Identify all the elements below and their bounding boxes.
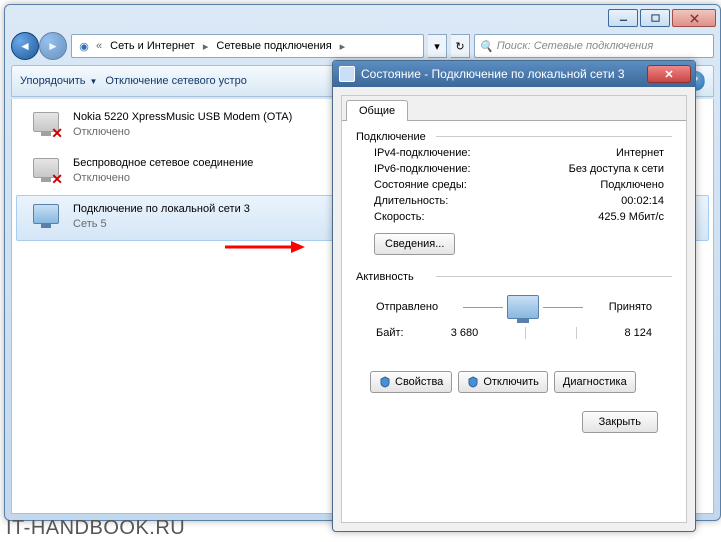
tab-strip: Общие [342, 96, 686, 120]
ipv6-label: IPv6-подключение: [374, 163, 471, 175]
forward-button[interactable]: ► [39, 32, 67, 60]
disable-label: Отключить [483, 376, 539, 388]
connection-name: Подключение по локальной сети 3 [73, 202, 250, 217]
connection-name: Беспроводное сетевое соединение [73, 156, 253, 171]
search-input[interactable]: 🔍 Поиск: Сетевые подключения [474, 34, 714, 58]
connection-name: Nokia 5220 XpressMusic USB Modem (OTA) [73, 110, 292, 125]
dialog-close-button[interactable]: ✕ [647, 65, 691, 83]
maximize-button[interactable] [640, 9, 670, 27]
status-dialog: Состояние - Подключение по локальной сет… [332, 60, 696, 532]
search-icon: 🔍 [479, 40, 493, 53]
media-label: Состояние среды: [374, 179, 467, 191]
close-button[interactable] [672, 9, 716, 27]
address-dropdown[interactable]: ▾ [428, 34, 447, 58]
details-button[interactable]: Сведения... [374, 233, 455, 255]
network-adapter-icon: ✕ [25, 110, 65, 142]
ipv4-value: Интернет [616, 147, 664, 159]
breadcrumb-seg1[interactable]: Сеть и Интернет [106, 38, 199, 54]
disable-label: Отключение сетевого устро [105, 75, 246, 87]
dialog-title: Состояние - Подключение по локальной сет… [361, 67, 641, 81]
chevron-down-icon: ▼ [89, 77, 97, 86]
speed-value: 425.9 Мбит/с [598, 211, 664, 223]
watermark: IT-HANDBOOK.RU [6, 517, 185, 540]
minimize-button[interactable] [608, 9, 638, 27]
chevron-right-icon: ▸ [203, 40, 209, 53]
bytes-received-value: 8 124 [624, 327, 652, 339]
speed-label: Скорость: [374, 211, 425, 223]
disable-button[interactable]: Отключить [458, 371, 548, 393]
network-adapter-icon [25, 202, 65, 234]
duration-label: Длительность: [374, 195, 448, 207]
media-value: Подключено [600, 179, 664, 191]
group-activity-label: Активность [356, 271, 672, 283]
dialog-titlebar: Состояние - Подключение по локальной сет… [333, 61, 695, 87]
disable-device-button[interactable]: Отключение сетевого устро [105, 75, 246, 87]
bytes-sent-value: 3 680 [451, 327, 479, 339]
organize-label: Упорядочить [20, 75, 85, 87]
received-label: Принято [609, 301, 652, 313]
duration-value: 00:02:14 [621, 195, 664, 207]
chevron-right-icon: « [96, 40, 102, 52]
tab-general[interactable]: Общие [346, 100, 408, 121]
group-connection-label: Подключение [356, 131, 672, 143]
titlebar [5, 5, 720, 31]
ipv6-value: Без доступа к сети [569, 163, 664, 175]
address-field[interactable]: ◉ « Сеть и Интернет ▸ Сетевые подключени… [71, 34, 424, 58]
sent-label: Отправлено [376, 301, 438, 313]
ipv4-label: IPv4-подключение: [374, 147, 471, 159]
connection-status: Сеть 5 [73, 217, 250, 232]
diagnose-button[interactable]: Диагностика [554, 371, 636, 393]
organize-menu[interactable]: Упорядочить ▼ [20, 75, 97, 87]
connection-status: Отключено [73, 171, 253, 186]
shield-icon [379, 376, 391, 388]
properties-button[interactable]: Свойства [370, 371, 452, 393]
activity-icon [463, 295, 583, 319]
dialog-body: Общие Подключение IPv4-подключение: Интер… [341, 95, 687, 523]
address-bar: ◄ ► ◉ « Сеть и Интернет ▸ Сетевые подклю… [11, 31, 714, 61]
annotation-arrow-icon [225, 240, 305, 257]
bytes-label: Байт: [376, 327, 404, 339]
close-button[interactable]: Закрыть [582, 411, 658, 433]
dialog-icon [339, 66, 355, 82]
network-icon: ◉ [76, 38, 92, 54]
back-button[interactable]: ◄ [11, 32, 39, 60]
shield-icon [467, 376, 479, 388]
breadcrumb-seg2[interactable]: Сетевые подключения [212, 38, 335, 54]
connection-status: Отключено [73, 125, 292, 140]
network-adapter-icon: ✕ [25, 156, 65, 188]
search-placeholder: Поиск: Сетевые подключения [497, 40, 654, 52]
properties-label: Свойства [395, 376, 443, 388]
chevron-right-icon: ▸ [340, 40, 346, 53]
refresh-button[interactable]: ↻ [451, 34, 470, 58]
